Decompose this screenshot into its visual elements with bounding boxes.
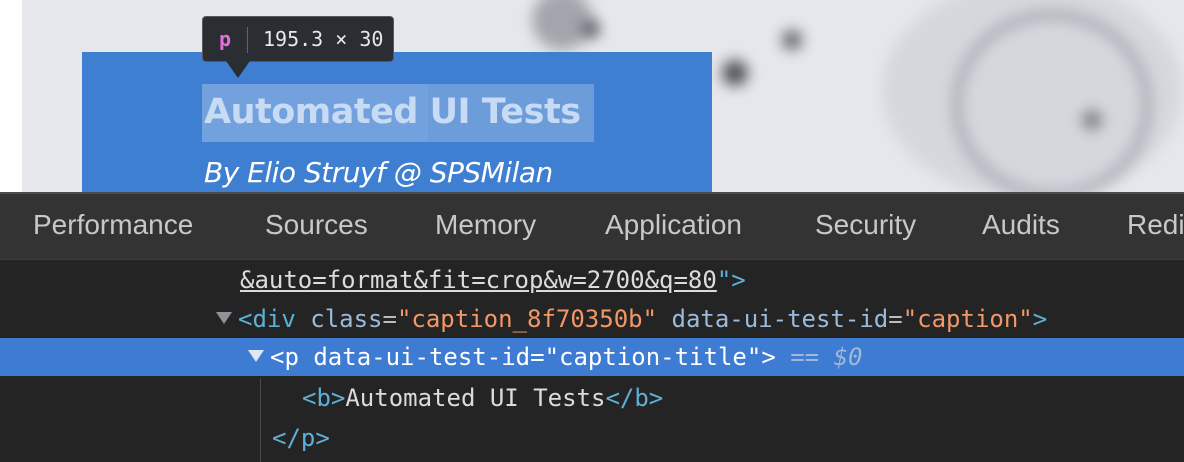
tree-node-b[interactable]: <b>Automated UI Tests</b> [0, 378, 1184, 418]
p-test-attr: data-ui-test-id [313, 343, 531, 371]
div-test-attr: data-ui-test-id [671, 305, 889, 333]
elements-tree: &auto=format&fit=crop&w=2700&q=80"> <div… [0, 260, 1184, 462]
devtools-panel: Performance Sources Memory Application S… [0, 192, 1184, 462]
div-class-value: "caption_8f70350b" [396, 305, 658, 333]
expand-triangle-icon[interactable] [248, 350, 264, 362]
tooltip-tag-name: p [219, 27, 232, 51]
div-tag-open: <div [238, 305, 296, 333]
tree-line-url[interactable]: &auto=format&fit=crop&w=2700&q=80"> [0, 260, 1184, 300]
img-src-link[interactable]: &auto=format&fit=crop&w=2700&q=80 [240, 266, 717, 294]
div-test-value: "caption" [902, 305, 1033, 333]
p-tag-open: <p [270, 343, 299, 371]
caption-subtitle: By Elio Struyf @ SPSMilan [204, 156, 553, 189]
tab-security[interactable]: Security [815, 209, 916, 241]
tooltip-dimensions: 195.3 × 30 [263, 27, 384, 51]
tree-node-p-close[interactable]: </p> [0, 418, 1184, 458]
tab-performance[interactable]: Performance [33, 209, 193, 241]
p-tag-bracket: > [761, 343, 776, 371]
tree-node-div-caption[interactable]: <div class="caption_8f70350b" data-ui-te… [0, 299, 1184, 339]
b-tag-close: </b> [605, 384, 664, 412]
div-class-attr: class [310, 305, 383, 333]
caption-title: Automated UI Tests [204, 92, 581, 132]
tab-audits[interactable]: Audits [982, 209, 1060, 241]
tab-memory[interactable]: Memory [435, 209, 536, 241]
tab-sources[interactable]: Sources [265, 209, 368, 241]
expand-triangle-icon[interactable] [216, 312, 232, 324]
inspector-tooltip: p 195.3 × 30 [202, 16, 394, 62]
tab-redux[interactable]: Redi [1127, 209, 1184, 241]
img-tag-close: "> [716, 266, 746, 294]
devtools-tabbar: Performance Sources Memory Application S… [0, 192, 1184, 260]
b-text: Automated UI Tests [345, 384, 606, 412]
tooltip-separator [247, 27, 248, 53]
p-tag-close: </p> [272, 424, 330, 452]
selected-node-marker: == $0 [790, 343, 863, 371]
tab-application[interactable]: Application [605, 209, 742, 241]
p-test-value: "caption-title" [544, 343, 762, 371]
b-tag-open: <b> [302, 384, 346, 412]
tree-node-p-selected[interactable]: <p data-ui-test-id="caption-title"> == $… [0, 338, 1184, 376]
tooltip-arrow [226, 61, 250, 78]
page-viewport: Automated UI Tests By Elio Struyf @ SPSM… [0, 0, 1184, 192]
